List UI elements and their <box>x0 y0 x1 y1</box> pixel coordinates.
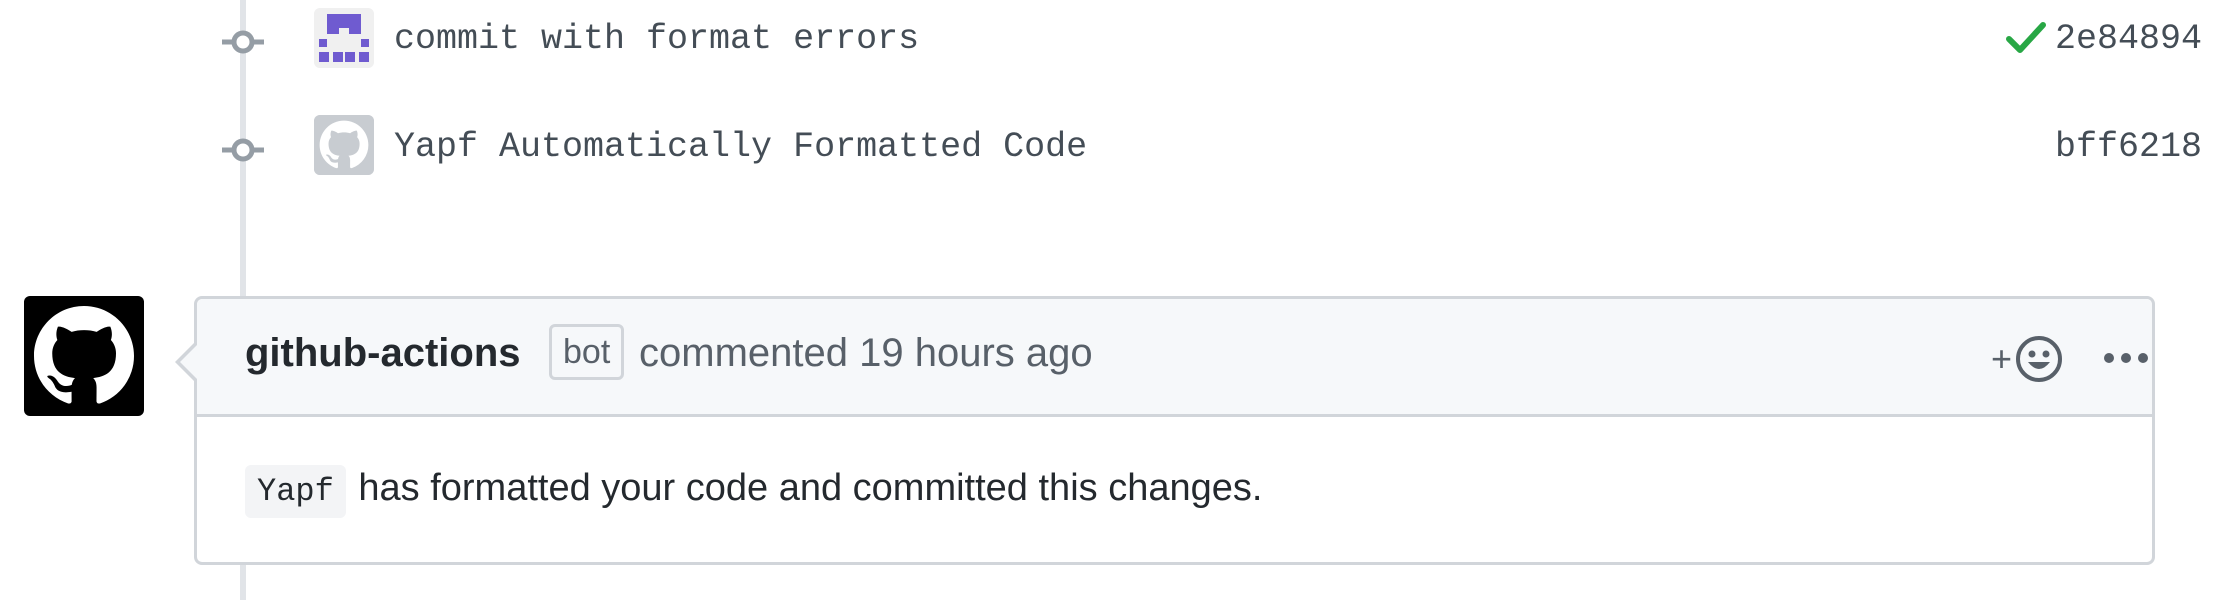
inline-code: Yapf <box>245 465 346 518</box>
commit-sha-link[interactable]: bff6218 <box>2055 127 2202 167</box>
commit-sha-link[interactable]: 2e84894 <box>2055 19 2202 59</box>
reaction-plus: + <box>1991 338 2013 379</box>
octocat-icon <box>34 306 134 404</box>
smiley-icon <box>2016 336 2063 382</box>
commit-author-avatar[interactable] <box>314 115 374 175</box>
add-reaction-button[interactable]: + <box>1991 333 2064 385</box>
github-octocat-icon <box>314 115 374 175</box>
comment-body: Yapf has formatted your code and committ… <box>245 465 1263 518</box>
bot-badge: bot <box>549 324 625 380</box>
comment-author-link[interactable]: github-actions <box>245 331 521 376</box>
avatar[interactable] <box>24 296 144 416</box>
comment-header: github-actions bot commented 19 hours ag… <box>197 299 2152 417</box>
check-icon[interactable] <box>2006 20 2046 56</box>
commit-message-link[interactable]: commit with format errors <box>394 19 919 59</box>
comment-body-text: has formatted your code and committed th… <box>358 467 1263 509</box>
git-commit-icon <box>222 30 264 54</box>
commit-author-avatar[interactable] <box>314 8 374 68</box>
identicon-icon <box>314 8 374 68</box>
commit-row: commit with format errors 2e84894 <box>0 0 2222 80</box>
git-commit-icon <box>222 138 264 162</box>
comment-box: github-actions bot commented 19 hours ag… <box>175 296 2155 565</box>
commit-message-link[interactable]: Yapf Automatically Formatted Code <box>394 127 1087 167</box>
comment-timestamp[interactable]: commented 19 hours ago <box>639 331 1093 376</box>
kebab-horizontal-icon[interactable] <box>2101 343 2151 373</box>
commit-row: Yapf Automatically Formatted Code bff621… <box>0 108 2222 188</box>
